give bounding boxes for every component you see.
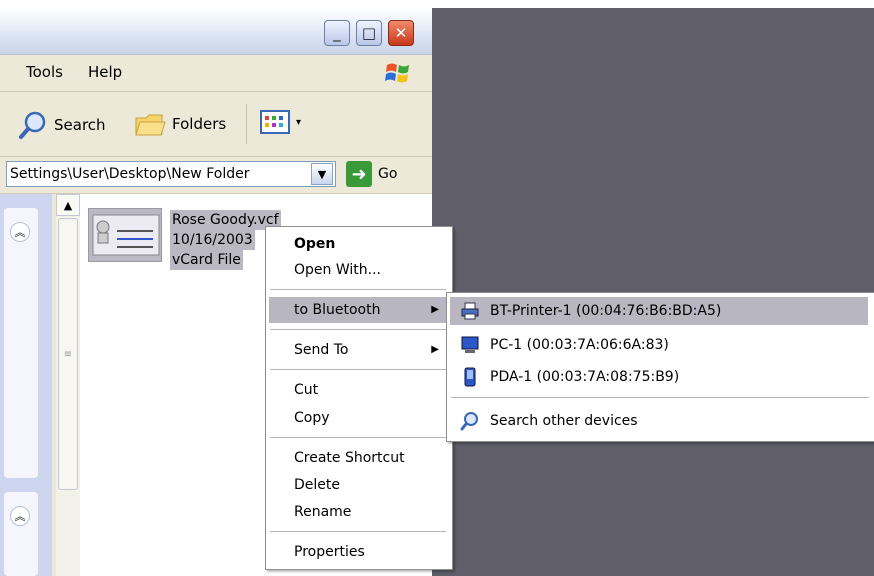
close-icon: ✕ xyxy=(394,24,408,42)
search-icon xyxy=(19,111,46,139)
device-item-printer[interactable]: BT-Printer-1 (00:04:76:B6:BD:A5) xyxy=(450,297,868,325)
pda-icon xyxy=(464,367,476,387)
views-dropdown-icon: ▾ xyxy=(296,116,302,128)
context-menu: Open Open With... to Bluetooth ▶ Send To… xyxy=(265,226,453,570)
search-label: Search xyxy=(54,116,106,134)
folders-button[interactable]: Folders xyxy=(134,110,226,138)
file-date: 10/16/2003 xyxy=(170,230,255,250)
search-other-devices-item[interactable]: Search other devices xyxy=(450,407,868,435)
menu-tools[interactable]: Tools xyxy=(26,63,63,81)
menu-item-open-with[interactable]: Open With... xyxy=(269,257,447,283)
device-label: PC-1 (00:03:7A:06:6A:83) xyxy=(490,337,669,353)
device-item-pda[interactable]: PDA-1 (00:03:7A:08:75:B9) xyxy=(450,363,868,391)
menu-separator xyxy=(270,289,446,290)
task-pane-section: ︽ xyxy=(4,492,38,576)
scroll-up-icon[interactable]: ▲ xyxy=(56,194,80,216)
toolbar-divider xyxy=(246,104,247,144)
folders-icon xyxy=(135,114,166,136)
go-label: Go xyxy=(378,166,398,182)
scroll-thumb[interactable]: ≡ xyxy=(58,218,78,490)
menu-item-cut[interactable]: Cut xyxy=(269,377,447,403)
menu-item-label: to Bluetooth xyxy=(294,302,381,318)
toolbar: Search Folders ▾ xyxy=(0,92,432,157)
computer-icon xyxy=(461,336,479,353)
chevron-down-icon[interactable]: ▼ xyxy=(311,163,333,185)
menu-bar: Tools Help xyxy=(0,55,432,92)
bluetooth-submenu: BT-Printer-1 (00:04:76:B6:BD:A5) PC-1 (0… xyxy=(446,292,874,442)
views-icon xyxy=(260,110,290,134)
menu-separator xyxy=(270,437,446,438)
printer-icon xyxy=(461,302,479,320)
task-pane-section: ︽ xyxy=(4,208,38,478)
menu-item-delete[interactable]: Delete xyxy=(269,472,447,498)
device-label: PDA-1 (00:03:7A:08:75:B9) xyxy=(490,369,680,385)
windows-logo-icon xyxy=(384,59,412,87)
address-input[interactable]: Settings\User\Desktop\New Folder xyxy=(6,161,336,187)
menu-item-label: Send To xyxy=(294,342,349,358)
minimize-icon: _ xyxy=(333,24,341,42)
title-bar: _ □ ✕ xyxy=(0,8,432,55)
menu-item-to-bluetooth[interactable]: to Bluetooth ▶ xyxy=(269,297,447,323)
menu-separator xyxy=(270,369,446,370)
file-name: Rose Goody.vcf xyxy=(170,210,281,230)
file-details[interactable]: Rose Goody.vcf 10/16/2003 vCard File xyxy=(170,210,281,270)
collapse-chevron-icon[interactable]: ︽ xyxy=(10,506,30,526)
menu-item-create-shortcut[interactable]: Create Shortcut xyxy=(269,445,447,471)
collapse-chevron-icon[interactable]: ︽ xyxy=(10,222,30,242)
task-pane: ︽ ︽ xyxy=(0,194,52,576)
views-button[interactable]: ▾ xyxy=(260,110,301,134)
menu-separator xyxy=(451,397,869,398)
search-other-label: Search other devices xyxy=(490,413,638,429)
menu-separator xyxy=(270,329,446,330)
menu-separator xyxy=(270,531,446,532)
menu-item-properties[interactable]: Properties xyxy=(269,539,447,565)
close-button[interactable]: ✕ xyxy=(388,20,414,46)
vertical-scrollbar[interactable]: ▲ ≡ xyxy=(56,194,80,576)
minimize-button[interactable]: _ xyxy=(324,20,350,46)
menu-item-send-to[interactable]: Send To ▶ xyxy=(269,337,447,363)
go-button[interactable]: ➜ Go xyxy=(346,161,397,187)
vcard-file-icon[interactable] xyxy=(88,208,162,262)
folders-label: Folders xyxy=(172,115,227,133)
file-type: vCard File xyxy=(170,250,243,270)
menu-item-rename[interactable]: Rename xyxy=(269,499,447,525)
search-button[interactable]: Search xyxy=(18,110,106,140)
device-item-pc[interactable]: PC-1 (00:03:7A:06:6A:83) xyxy=(450,331,868,359)
menu-help[interactable]: Help xyxy=(88,63,122,81)
maximize-button[interactable]: □ xyxy=(356,20,382,46)
address-bar: Settings\User\Desktop\New Folder ▼ ➜ Go xyxy=(0,157,432,194)
menu-item-copy[interactable]: Copy xyxy=(269,405,447,431)
menu-item-open[interactable]: Open xyxy=(269,231,447,257)
submenu-arrow-icon: ▶ xyxy=(431,344,439,355)
submenu-arrow-icon: ▶ xyxy=(431,304,439,315)
go-arrow-icon: ➜ xyxy=(346,161,372,187)
search-icon xyxy=(460,412,478,431)
device-label: BT-Printer-1 (00:04:76:B6:BD:A5) xyxy=(490,303,722,319)
maximize-icon: □ xyxy=(361,24,377,42)
